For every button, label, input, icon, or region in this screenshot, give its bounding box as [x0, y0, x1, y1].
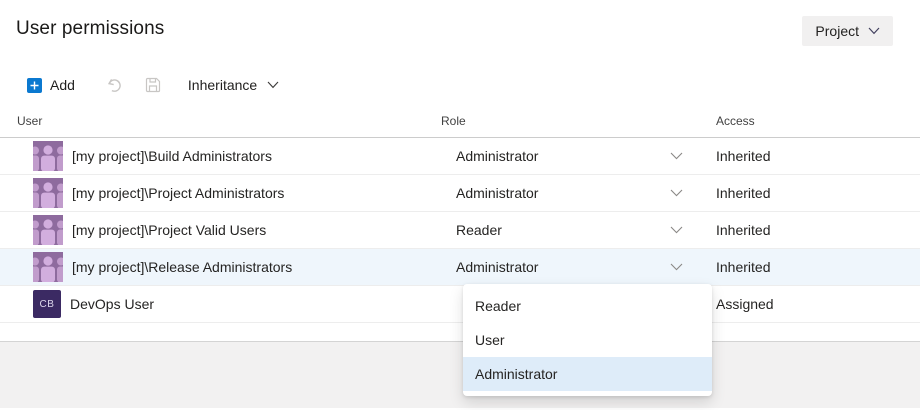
- chevron-down-icon: [267, 81, 279, 89]
- undo-icon[interactable]: [105, 77, 122, 94]
- page-background-band: [0, 342, 920, 408]
- user-cell: [my project]\Build Administrators: [0, 141, 441, 171]
- permissions-table: User Role Access [my project]\Build Admi…: [0, 104, 920, 408]
- role-dropdown[interactable]: Administrator: [441, 249, 716, 285]
- user-name: [my project]\Build Administrators: [72, 148, 272, 164]
- table-row[interactable]: CB DevOps User Assigned: [0, 286, 920, 323]
- role-value: Administrator: [456, 148, 538, 164]
- role-dropdown[interactable]: Administrator: [441, 138, 716, 174]
- user-name: [my project]\Project Administrators: [72, 185, 284, 201]
- role-value: Administrator: [456, 185, 538, 201]
- role-option-reader[interactable]: Reader: [463, 289, 712, 323]
- group-avatar-icon: [33, 252, 63, 282]
- group-avatar-icon: [33, 215, 63, 245]
- add-plus-icon: [27, 78, 42, 93]
- chevron-down-icon: [670, 263, 683, 271]
- user-permissions-panel: User permissions Project Add: [0, 0, 920, 410]
- access-value: Assigned: [716, 296, 903, 312]
- group-avatar-icon: [33, 178, 63, 208]
- table-row[interactable]: [my project]\Project Administrators Admi…: [0, 175, 920, 212]
- user-initials-avatar: CB: [33, 290, 61, 318]
- role-dropdown-flyout: Reader User Administrator: [463, 284, 712, 396]
- table-row[interactable]: [my project]\Project Valid Users Reader …: [0, 212, 920, 249]
- user-cell: CB DevOps User: [0, 290, 441, 318]
- page-title: User permissions: [16, 16, 164, 40]
- access-value: Inherited: [716, 148, 903, 164]
- column-header-user: User: [0, 114, 441, 128]
- group-avatar-icon: [33, 141, 63, 171]
- inheritance-button[interactable]: Inheritance: [188, 77, 279, 93]
- table-row[interactable]: [my project]\Build Administrators Admini…: [0, 138, 920, 175]
- role-value: Administrator: [456, 259, 538, 275]
- inheritance-button-label: Inheritance: [188, 77, 257, 93]
- role-value: Reader: [456, 222, 502, 238]
- chevron-down-icon: [670, 189, 683, 197]
- column-header-role: Role: [441, 114, 716, 128]
- user-cell: [my project]\Project Valid Users: [0, 215, 441, 245]
- user-name: [my project]\Release Administrators: [72, 259, 292, 275]
- role-dropdown[interactable]: Reader: [441, 212, 716, 248]
- role-option-user[interactable]: User: [463, 323, 712, 357]
- toolbar: Add Inheritance: [27, 72, 920, 98]
- column-header-access: Access: [716, 114, 903, 128]
- table-row[interactable]: [my project]\Release Administrators Admi…: [0, 249, 920, 286]
- chevron-down-icon: [670, 152, 683, 160]
- access-value: Inherited: [716, 222, 903, 238]
- access-value: Inherited: [716, 185, 903, 201]
- save-icon[interactable]: [145, 77, 161, 93]
- scope-dropdown-button[interactable]: Project: [802, 16, 893, 46]
- role-option-administrator[interactable]: Administrator: [463, 357, 712, 391]
- user-cell: [my project]\Project Administrators: [0, 178, 441, 208]
- add-button-label: Add: [50, 77, 75, 93]
- table-header-row: User Role Access: [0, 104, 920, 138]
- user-name: [my project]\Project Valid Users: [72, 222, 266, 238]
- table-bottom-edge: [0, 323, 920, 342]
- scope-dropdown-label: Project: [815, 23, 859, 39]
- chevron-down-icon: [868, 27, 880, 35]
- user-name: DevOps User: [70, 296, 154, 312]
- access-value: Inherited: [716, 259, 903, 275]
- user-cell: [my project]\Release Administrators: [0, 252, 441, 282]
- add-button[interactable]: Add: [27, 77, 75, 93]
- chevron-down-icon: [670, 226, 683, 234]
- panel-header: User permissions Project: [0, 0, 920, 60]
- role-dropdown[interactable]: Administrator: [441, 175, 716, 211]
